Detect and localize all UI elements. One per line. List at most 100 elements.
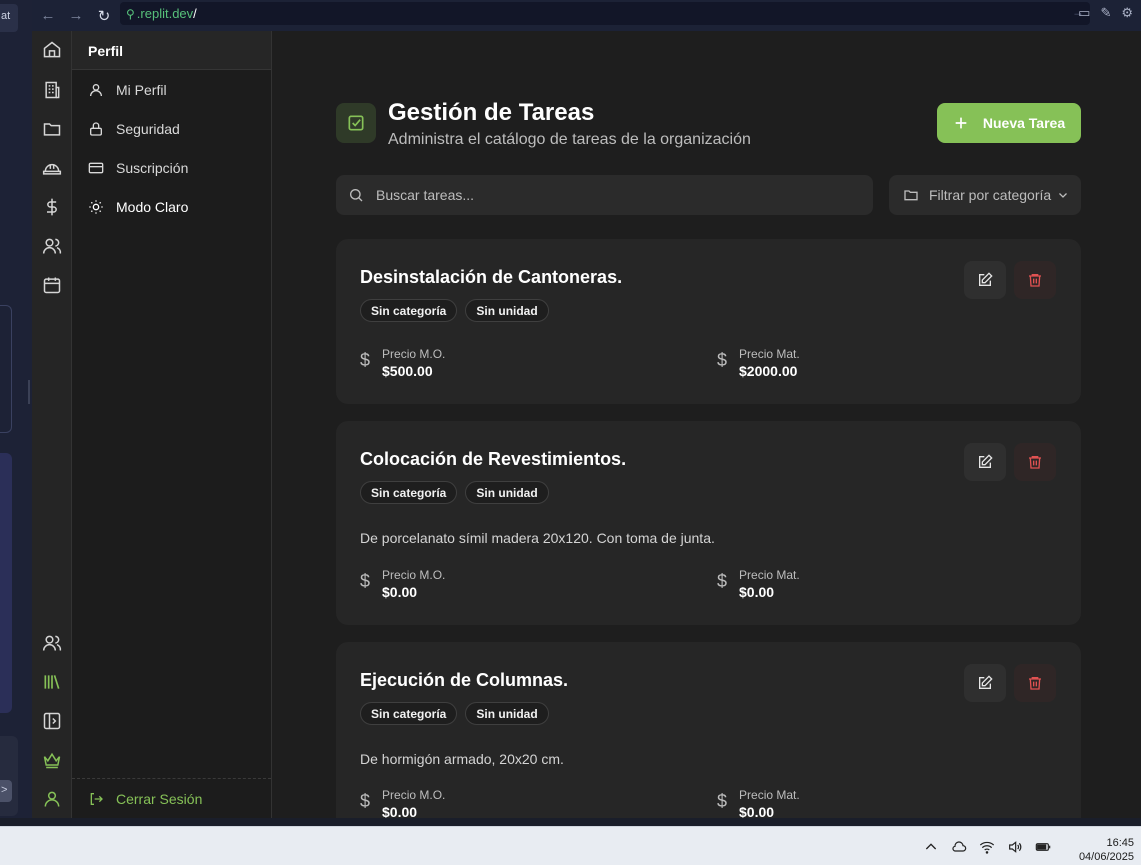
cloud-icon[interactable] xyxy=(951,839,967,855)
filter-label: Filtrar por categoría xyxy=(929,187,1052,203)
trash-icon xyxy=(1029,456,1041,469)
clock-date: 04/06/2025 xyxy=(1078,851,1134,863)
delete-button[interactable] xyxy=(1014,261,1056,299)
labor-price: $ Precio M.O. $0.00 xyxy=(360,568,445,600)
background-panel xyxy=(0,305,12,433)
profile-panel: Perfil Mi Perfil Seguridad Suscripción M… xyxy=(72,31,272,818)
logout-button[interactable]: Cerrar Sesión xyxy=(88,791,202,807)
task-title: Colocación de Revestimientos. xyxy=(360,449,627,469)
hard-hat-icon[interactable] xyxy=(40,156,64,180)
logout-icon xyxy=(90,793,103,805)
icon-rail xyxy=(32,31,72,818)
edit-icon xyxy=(979,272,993,286)
task-tags: Sin categoría Sin unidad xyxy=(360,702,549,725)
labor-price-value: $0.00 xyxy=(382,584,418,600)
search-icon xyxy=(350,189,363,202)
background-tab[interactable]: at xyxy=(0,4,18,32)
labor-price-label: Precio M.O. xyxy=(382,788,446,802)
menu-item-mi-perfil[interactable]: Mi Perfil xyxy=(88,82,167,98)
folder-icon[interactable] xyxy=(40,117,64,141)
dollar-icon: $ xyxy=(360,350,371,370)
link-icon: ⚲ xyxy=(126,6,135,21)
edit-button[interactable] xyxy=(964,443,1006,481)
edit-button[interactable] xyxy=(964,261,1006,299)
battery-icon[interactable] xyxy=(1035,839,1051,855)
resize-handle[interactable] xyxy=(28,380,30,404)
category-filter[interactable]: Filtrar por categoría xyxy=(889,175,1081,215)
menu-item-modo-claro[interactable]: Modo Claro xyxy=(88,199,188,215)
labor-price-value: $0.00 xyxy=(382,804,418,818)
task-description: De porcelanato símil madera 20x120. Con … xyxy=(360,530,715,546)
wifi-icon[interactable] xyxy=(979,839,995,855)
labor-price: $ Precio M.O. $0.00 xyxy=(360,788,445,818)
panel-header: Perfil xyxy=(72,31,271,70)
users-icon[interactable] xyxy=(40,631,64,655)
search-input[interactable] xyxy=(376,187,856,203)
page-subtitle: Administra el catálogo de tareas de la o… xyxy=(388,131,751,148)
menu-item-label: Seguridad xyxy=(116,121,180,137)
menu-item-seguridad[interactable]: Seguridad xyxy=(88,121,180,137)
chevron-down-icon xyxy=(1059,193,1068,198)
settings-icon[interactable]: ⚙ xyxy=(1121,5,1133,21)
panel-icon[interactable] xyxy=(40,709,64,733)
building-icon[interactable] xyxy=(40,78,64,102)
menu-item-label: Suscripción xyxy=(116,160,189,176)
menu-item-suscripcion[interactable]: Suscripción xyxy=(88,160,188,176)
checkbox-icon xyxy=(336,103,376,143)
back-icon[interactable]: ← xyxy=(36,4,60,28)
task-card[interactable]: Desinstalación de Cantoneras. Sin catego… xyxy=(336,239,1081,404)
dollar-icon[interactable] xyxy=(40,195,64,219)
edit-icon xyxy=(979,454,993,468)
monitor-icon[interactable]: ▭ xyxy=(1078,5,1090,21)
credit-card-icon xyxy=(88,162,104,174)
labor-price-value: $500.00 xyxy=(382,363,433,379)
category-tag: Sin categoría xyxy=(360,299,458,322)
labor-price-label: Precio M.O. xyxy=(382,347,446,361)
delete-button[interactable] xyxy=(1014,664,1056,702)
user-icon[interactable] xyxy=(40,787,64,811)
material-price: $ Precio Mat. $2000.00 xyxy=(717,347,800,379)
volume-icon[interactable] xyxy=(1007,839,1023,855)
background-panel xyxy=(0,453,12,713)
background-button[interactable]: > xyxy=(0,780,12,802)
task-title: Desinstalación de Cantoneras. xyxy=(360,267,623,287)
logout-label: Cerrar Sesión xyxy=(116,791,203,807)
plus-icon xyxy=(955,117,967,129)
home-icon[interactable] xyxy=(40,38,64,62)
menu-item-label: Modo Claro xyxy=(116,199,189,215)
dollar-icon: $ xyxy=(717,571,728,591)
chevron-up-icon[interactable] xyxy=(923,839,939,855)
calendar-icon[interactable] xyxy=(40,273,64,297)
new-task-button[interactable]: Nueva Tarea xyxy=(937,103,1081,143)
lock-icon xyxy=(90,122,102,136)
crown-icon[interactable] xyxy=(40,748,64,772)
material-price-value: $0.00 xyxy=(739,804,775,818)
address-bar[interactable]: ⚲ .replit.dev / → xyxy=(120,2,1090,25)
edit-button[interactable] xyxy=(964,664,1006,702)
reload-icon[interactable]: ↻ xyxy=(92,4,116,28)
delete-button[interactable] xyxy=(1014,443,1056,481)
panel-footer: Cerrar Sesión xyxy=(72,778,271,818)
task-description: De hormigón armado, 20x20 cm. xyxy=(360,751,564,767)
material-price-label: Precio Mat. xyxy=(739,568,800,582)
search-bar[interactable] xyxy=(336,175,873,215)
system-clock[interactable]: 16:45 04/06/2025 xyxy=(1079,836,1134,864)
browser-toolbar: ← → ↻ ⚲ .replit.dev / → ▭ ✎ ⚙ xyxy=(32,0,1141,31)
labor-price: $ Precio M.O. $500.00 xyxy=(360,347,445,379)
dollar-icon: $ xyxy=(717,791,728,811)
forward-icon[interactable]: → xyxy=(64,4,88,28)
new-task-label: Nueva Tarea xyxy=(982,115,1066,131)
task-card[interactable]: Ejecución de Columnas. Sin categoría Sin… xyxy=(336,642,1081,818)
browser-tools: ▭ ✎ ⚙ xyxy=(1078,5,1133,21)
users-icon[interactable] xyxy=(40,234,64,258)
material-price: $ Precio Mat. $0.00 xyxy=(717,568,800,600)
background-window-strip: at > xyxy=(0,0,32,826)
os-taskbar: 16:45 04/06/2025 xyxy=(0,826,1141,865)
task-card[interactable]: Colocación de Revestimientos. Sin catego… xyxy=(336,421,1081,625)
wrench-icon[interactable]: ✎ xyxy=(1100,5,1111,21)
material-price-value: $2000.00 xyxy=(739,363,798,379)
library-icon[interactable] xyxy=(40,670,64,694)
material-price: $ Precio Mat. $0.00 xyxy=(717,788,800,818)
url-host: .replit.dev xyxy=(136,6,194,21)
unit-tag: Sin unidad xyxy=(465,481,549,504)
